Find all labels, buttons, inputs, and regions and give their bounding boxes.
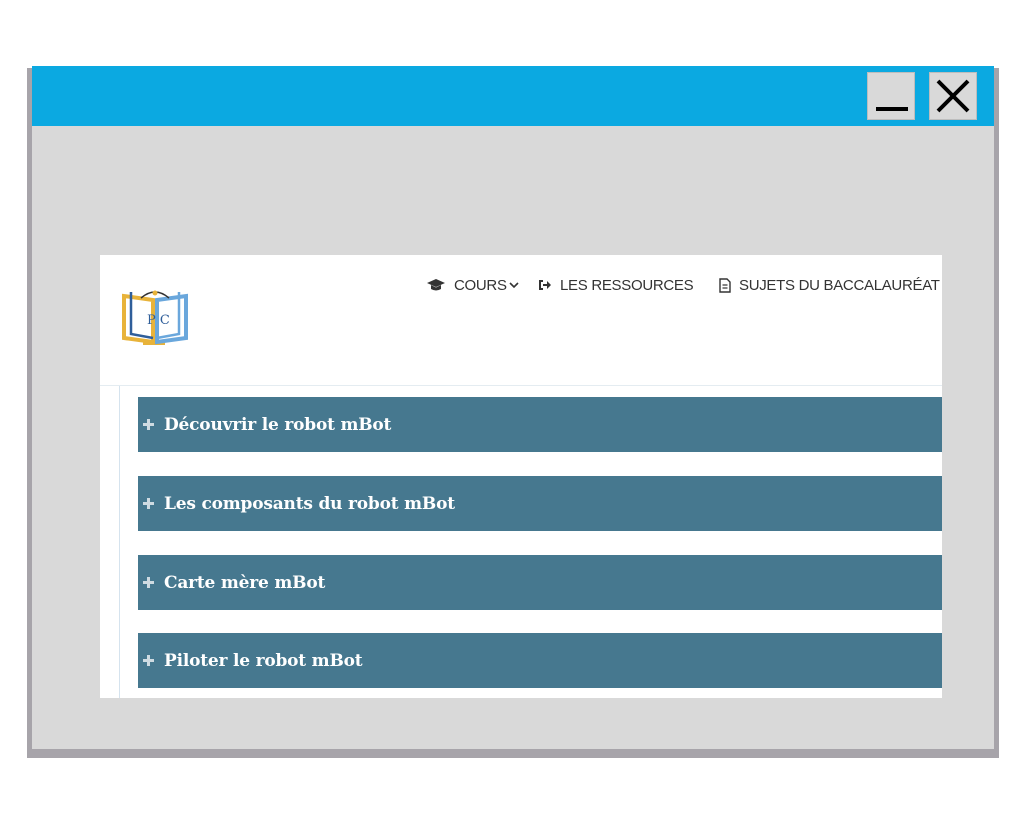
section-composants[interactable]: Les composants du robot mBot bbox=[138, 476, 942, 531]
nav-cours-label: COURS bbox=[454, 276, 507, 294]
chevron-down-icon bbox=[509, 282, 519, 289]
document-icon bbox=[719, 277, 731, 293]
plus-icon bbox=[143, 655, 154, 666]
section-label: Découvrir le robot mBot bbox=[164, 414, 392, 435]
nav-ressources[interactable]: LES RESSOURCES bbox=[538, 275, 694, 295]
window-titlebar[interactable] bbox=[32, 66, 994, 126]
sign-out-icon bbox=[539, 280, 551, 290]
nav-baccalaureat-label: SUJETS DU BACCALAURÉAT bbox=[739, 276, 940, 294]
plus-icon bbox=[143, 419, 154, 430]
minimize-button[interactable] bbox=[867, 72, 915, 120]
nav-baccalaureat[interactable]: SUJETS DU BACCALAURÉAT bbox=[719, 275, 940, 295]
close-icon bbox=[936, 79, 970, 113]
section-label: Carte mère mBot bbox=[164, 572, 326, 593]
section-carte-mere[interactable]: Carte mère mBot bbox=[138, 555, 942, 610]
graduation-cap-icon bbox=[427, 279, 445, 291]
nav-cours[interactable]: COURS bbox=[426, 275, 519, 295]
plus-icon bbox=[143, 577, 154, 588]
app-window: P C COURS LES RESSOURCES SUJETS DU BACCA… bbox=[32, 66, 994, 749]
section-piloter[interactable]: Piloter le robot mBot bbox=[138, 633, 942, 688]
section-label: Les composants du robot mBot bbox=[164, 493, 455, 514]
browser-viewport: P C COURS LES RESSOURCES SUJETS DU BACCA… bbox=[100, 255, 942, 698]
site-logo[interactable]: P C bbox=[119, 284, 191, 348]
section-decouvrir[interactable]: Découvrir le robot mBot bbox=[138, 397, 942, 452]
section-label: Piloter le robot mBot bbox=[164, 650, 363, 671]
nav-ressources-label: LES RESSOURCES bbox=[560, 276, 694, 294]
close-button[interactable] bbox=[929, 72, 977, 120]
site-header: P C COURS LES RESSOURCES SUJETS DU BACCA… bbox=[100, 255, 942, 386]
plus-icon bbox=[143, 498, 154, 509]
content-guide-line bbox=[119, 386, 120, 698]
logo-text: P C bbox=[147, 313, 170, 328]
minimize-icon bbox=[876, 107, 908, 111]
